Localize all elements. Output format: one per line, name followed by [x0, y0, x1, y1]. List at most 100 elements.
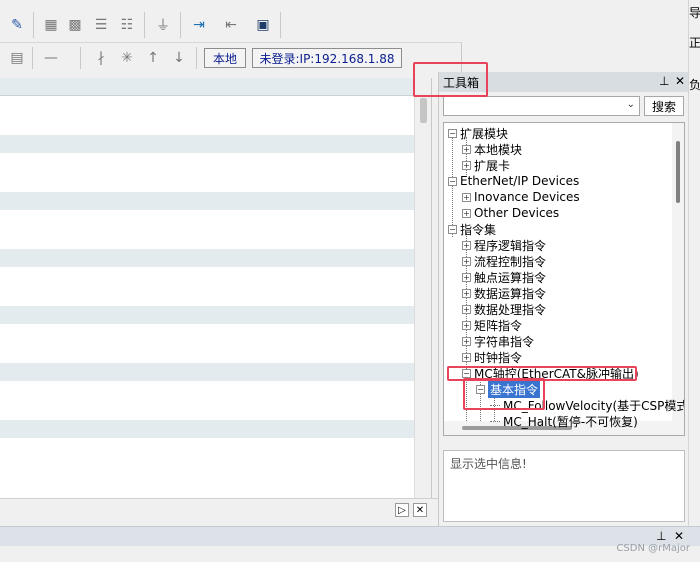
- search-button[interactable]: 搜索: [644, 96, 684, 116]
- tree-item[interactable]: + 本地模块: [462, 141, 522, 157]
- expand-icon[interactable]: +: [462, 336, 471, 346]
- tree-item-label: Other Devices: [474, 206, 560, 220]
- logout-arrow-icon[interactable]: ⇤: [220, 14, 242, 36]
- tree-item-label: 扩展模块: [460, 126, 509, 141]
- delete-row-icon[interactable]: ☷: [116, 14, 138, 36]
- edge-text: 正: [689, 36, 700, 50]
- tree-item-label: 触点运算指令: [474, 270, 547, 285]
- grid-vertical-scrollbar[interactable]: [414, 78, 431, 498]
- expand-icon[interactable]: +: [462, 240, 471, 250]
- cross-contact-icon[interactable]: ✳: [116, 47, 138, 69]
- expand-icon[interactable]: +: [462, 288, 471, 298]
- rising-edge-icon[interactable]: ↑: [142, 47, 164, 69]
- toolbar-separator: [280, 12, 281, 38]
- toolbar-separator: [80, 47, 81, 69]
- grid-row[interactable]: [0, 192, 414, 210]
- close-tab-icon[interactable]: ✕: [413, 503, 427, 517]
- close-icon[interactable]: ✕: [674, 529, 684, 543]
- chevron-down-icon[interactable]: ⌄: [627, 99, 635, 110]
- login-arrow-icon[interactable]: ⇥: [188, 14, 210, 36]
- tree-vertical-scrollbar[interactable]: [672, 123, 684, 421]
- tree-item[interactable]: − 扩展模块: [448, 125, 508, 141]
- expand-icon[interactable]: +: [462, 320, 471, 330]
- tree-item[interactable]: + 数据运算指令: [462, 285, 546, 301]
- close-icon[interactable]: ✕: [675, 74, 685, 88]
- tree-item-label: 数据处理指令: [474, 302, 547, 317]
- tree-item[interactable]: + 扩展卡: [462, 157, 510, 173]
- scrollbar-thumb[interactable]: [420, 98, 427, 123]
- search-input[interactable]: ⌄: [443, 96, 640, 116]
- tree-item[interactable]: − 指令集: [448, 221, 496, 237]
- main-toolbar: ✎ ▦ ▩ ☰ ☷ ⏚ ⇥ ⇤ ▣: [0, 0, 700, 42]
- expand-icon[interactable]: +: [462, 272, 471, 282]
- tree-item-label: EtherNet/IP Devices: [460, 174, 580, 188]
- scroll-right-icon[interactable]: ▷: [395, 503, 409, 517]
- tree-item-label: 时钟指令: [474, 350, 523, 365]
- network-grid-icon[interactable]: ▦: [40, 14, 62, 36]
- login-status-badge: 未登录:IP:192.168.1.88: [252, 48, 402, 68]
- highlight-basic-instructions: [463, 378, 545, 410]
- collapse-icon[interactable]: −: [448, 224, 457, 234]
- edit-icon[interactable]: ✎: [6, 14, 28, 36]
- ladder-editor-grid[interactable]: [0, 78, 432, 498]
- selection-info-box: 显示选中信息!: [443, 450, 685, 522]
- contact-icon[interactable]: ▤: [6, 47, 28, 69]
- tree-item[interactable]: + 时钟指令: [462, 349, 522, 365]
- highlight-toolbox-title: [413, 62, 488, 97]
- grid-header: [0, 78, 414, 96]
- toolbar-separator: [144, 12, 145, 38]
- tree-item[interactable]: + 程序逻辑指令: [462, 237, 546, 253]
- edge-text: 负: [689, 78, 700, 92]
- grid-row[interactable]: [0, 363, 414, 381]
- pin-icon[interactable]: ⊥: [656, 529, 666, 543]
- tree-item-label: 本地模块: [474, 142, 523, 157]
- tree-item-label: 数据运算指令: [474, 286, 547, 301]
- tree-item[interactable]: + Other Devices: [462, 205, 559, 221]
- tree-item[interactable]: + Inovance Devices: [462, 189, 580, 205]
- scrollbar-thumb[interactable]: [676, 141, 680, 203]
- grid-row[interactable]: [0, 306, 414, 324]
- tree-item[interactable]: + 数据处理指令: [462, 301, 546, 317]
- bottom-panel-header: ⊥ ✕: [0, 526, 700, 546]
- tree-item[interactable]: MC_Halt(暂停-不可恢复): [490, 413, 638, 429]
- toolbox-panel: 工具箱 ⊥ ✕ ⌄ 搜索 − 扩展模块 + 本地模块 + 扩展卡 − EtherNet/IP …: [438, 72, 689, 526]
- tree-item-label: 程序逻辑指令: [474, 238, 547, 253]
- tree-item[interactable]: − EtherNet/IP Devices: [448, 173, 579, 189]
- tree-item[interactable]: + 矩阵指令: [462, 317, 522, 333]
- tree-item-label: MC_Halt(暂停-不可恢复): [503, 414, 638, 429]
- grid-row[interactable]: [0, 249, 414, 267]
- expand-icon[interactable]: +: [462, 144, 471, 154]
- tree-item-label: 字符串指令: [474, 334, 535, 349]
- expand-icon[interactable]: +: [462, 160, 471, 170]
- editor-bottom-strip: ▷ ✕: [0, 498, 438, 522]
- tree-item[interactable]: + 字符串指令: [462, 333, 534, 349]
- expand-icon[interactable]: +: [462, 256, 471, 266]
- horizontal-line-icon[interactable]: —: [40, 47, 62, 69]
- tree-item[interactable]: + 触点运算指令: [462, 269, 546, 285]
- expand-icon[interactable]: +: [462, 208, 471, 218]
- expand-icon[interactable]: +: [462, 304, 471, 314]
- tree-item[interactable]: + 流程控制指令: [462, 253, 546, 269]
- insert-row-icon[interactable]: ☰: [90, 14, 112, 36]
- tree-item-label: Inovance Devices: [474, 190, 580, 204]
- monitor-icon[interactable]: ▣: [252, 14, 274, 36]
- pin-icon[interactable]: ⊥: [659, 74, 669, 88]
- adjacent-panel-edge: 导 正 负: [688, 0, 700, 526]
- grid-row[interactable]: [0, 135, 414, 153]
- branch-icon[interactable]: ⏚: [152, 14, 174, 36]
- slash-contact-icon[interactable]: ∤: [90, 47, 112, 69]
- toolbar-separator: [180, 12, 181, 38]
- selection-info-text: 显示选中信息!: [450, 457, 527, 471]
- collapse-icon[interactable]: −: [448, 176, 457, 186]
- network-grid-alt-icon[interactable]: ▩: [64, 14, 86, 36]
- falling-edge-icon[interactable]: ↓: [168, 47, 190, 69]
- connection-mode-badge: 本地: [204, 48, 246, 68]
- grid-row[interactable]: [0, 420, 414, 438]
- tree-line: [490, 420, 500, 422]
- tree-item-label: 矩阵指令: [474, 318, 523, 333]
- expand-icon[interactable]: +: [462, 192, 471, 202]
- tree-item-label: 指令集: [460, 222, 497, 237]
- expand-icon[interactable]: +: [462, 352, 471, 362]
- collapse-icon[interactable]: −: [448, 128, 457, 138]
- toolbar-separator: [33, 12, 34, 38]
